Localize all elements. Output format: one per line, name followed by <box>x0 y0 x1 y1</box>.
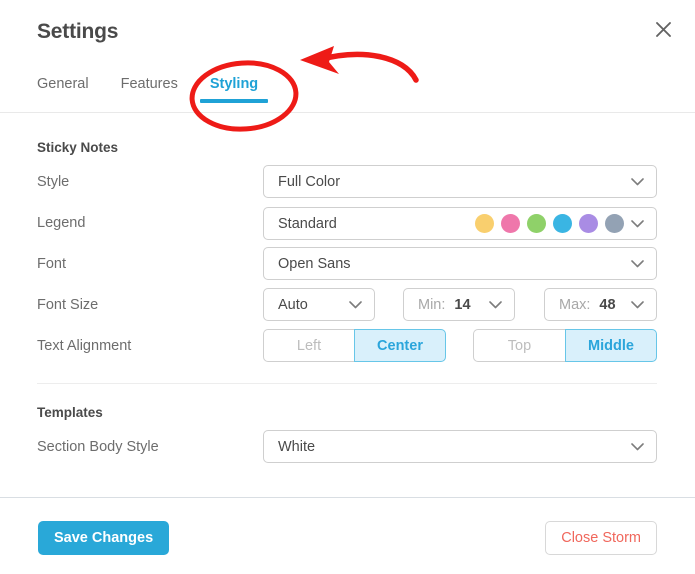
text-align-top-button[interactable]: Top <box>473 329 565 362</box>
font-select-value: Open Sans <box>278 255 351 272</box>
settings-modal: Settings General Features Styling Sticky… <box>0 0 695 574</box>
text-align-left-label: Left <box>296 337 322 354</box>
label-section-body-style: Section Body Style <box>37 439 159 455</box>
close-storm-button[interactable]: Close Storm <box>545 521 657 555</box>
font-size-max-value: 48 <box>599 296 616 313</box>
label-style: Style <box>37 174 70 190</box>
legend-swatch-gray <box>605 214 624 233</box>
section-heading-sticky-notes: Sticky Notes <box>37 140 119 155</box>
close-icon[interactable] <box>648 14 678 44</box>
font-size-min-value: 14 <box>454 296 471 313</box>
text-align-top-label: Top <box>507 337 532 354</box>
style-select-value: Full Color <box>278 173 341 190</box>
section-divider <box>37 383 657 384</box>
label-font: Font <box>37 256 67 272</box>
close-storm-label: Close Storm <box>561 530 641 546</box>
section-body-style-select[interactable]: White <box>263 430 657 463</box>
label-text-alignment: Text Alignment <box>37 338 132 354</box>
chevron-down-icon <box>626 300 648 309</box>
tab-features-label: Features <box>120 76 178 92</box>
legend-swatch-purple <box>579 214 598 233</box>
tab-general-label: General <box>37 76 89 92</box>
style-select[interactable]: Full Color <box>263 165 657 198</box>
chevron-down-icon <box>626 177 648 186</box>
legend-swatch-pink <box>501 214 520 233</box>
chevron-down-icon <box>484 300 506 309</box>
chevron-down-icon <box>626 219 648 228</box>
tab-styling-label: Styling <box>209 76 259 92</box>
chevron-down-icon <box>626 442 648 451</box>
text-align-horizontal-group: Left Center <box>263 329 446 362</box>
text-align-left-button[interactable]: Left <box>263 329 354 362</box>
annotation-arrow-curve <box>315 51 419 83</box>
chevron-down-icon <box>626 259 648 268</box>
font-size-min-select[interactable]: Min: 14 <box>403 288 515 321</box>
text-align-middle-button[interactable]: Middle <box>565 329 657 362</box>
save-changes-button[interactable]: Save Changes <box>38 521 170 555</box>
legend-select-value: Standard <box>278 215 337 232</box>
legend-select[interactable]: Standard <box>263 207 657 240</box>
font-size-max-select[interactable]: Max: 48 <box>544 288 657 321</box>
settings-tabs: General Features Styling <box>37 76 290 103</box>
section-heading-templates: Templates <box>37 405 103 420</box>
label-font-size: Font Size <box>37 297 99 313</box>
font-size-mode-value: Auto <box>278 296 308 313</box>
page-title: Settings <box>37 20 119 43</box>
section-body-style-value: White <box>278 438 316 455</box>
legend-swatch-green <box>527 214 546 233</box>
tab-general[interactable]: General <box>37 76 89 103</box>
font-size-min-label: Min: <box>418 296 446 313</box>
text-align-center-button[interactable]: Center <box>354 329 446 362</box>
tab-features[interactable]: Features <box>121 76 178 103</box>
text-align-center-label: Center <box>377 337 423 354</box>
tabs-divider <box>0 112 695 113</box>
chevron-down-icon <box>344 300 366 309</box>
text-align-middle-label: Middle <box>588 337 634 354</box>
label-legend: Legend <box>37 215 86 231</box>
font-select[interactable]: Open Sans <box>263 247 657 280</box>
legend-swatch-yellow <box>475 214 494 233</box>
legend-swatch-blue <box>553 214 572 233</box>
legend-swatch-group <box>475 214 624 233</box>
font-size-mode-select[interactable]: Auto <box>263 288 375 321</box>
annotation-arrow-head <box>300 46 339 74</box>
tab-styling[interactable]: Styling <box>199 76 269 103</box>
footer-divider <box>0 497 695 498</box>
save-changes-label: Save Changes <box>54 530 154 546</box>
font-size-max-label: Max: <box>559 296 591 313</box>
text-align-vertical-group: Top Middle <box>473 329 657 362</box>
